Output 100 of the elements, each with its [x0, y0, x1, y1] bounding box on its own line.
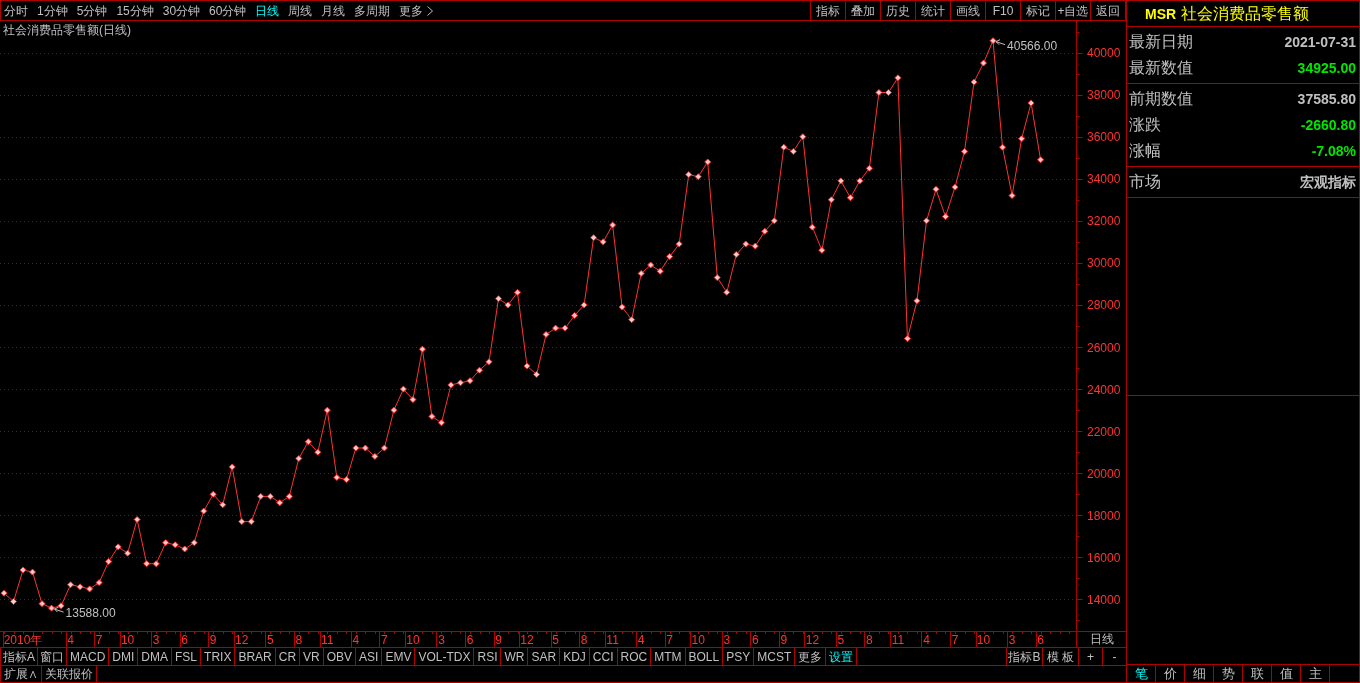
toolbar-button[interactable]: 标记	[1020, 1, 1055, 20]
indicator-tab[interactable]: CCI	[589, 648, 618, 665]
indicator-tab[interactable]: CR	[275, 648, 301, 665]
toolbar-button[interactable]: +自选	[1055, 1, 1090, 20]
indicator-tab[interactable]: BOLL	[685, 648, 724, 665]
data-point	[314, 448, 322, 456]
panel-button[interactable]: 指标B	[1006, 648, 1042, 665]
indicator-tab[interactable]: MTM	[651, 648, 686, 665]
panel-button[interactable]: 关联报价	[42, 666, 97, 682]
axis-label: 4	[352, 633, 360, 647]
period-tab[interactable]: 周线	[288, 3, 313, 18]
axis-label: 7	[381, 633, 388, 647]
detail-tab[interactable]: 主	[1301, 665, 1330, 682]
indicator-tab[interactable]: PSY	[723, 648, 755, 665]
toolbar-button[interactable]: 指标	[810, 1, 845, 20]
data-point	[894, 74, 902, 82]
indicator-tab[interactable]: RSI	[474, 648, 502, 665]
indicator-tab[interactable]: BRAR	[235, 648, 276, 665]
data-point	[38, 600, 46, 608]
toolbar-button[interactable]: 画线	[950, 1, 985, 20]
indicator-tab[interactable]: MACD	[67, 648, 110, 665]
axis-label: 10	[120, 633, 135, 647]
axis-label: 11	[606, 633, 619, 647]
indicator-tab[interactable]: WR	[501, 648, 529, 665]
axis-label: 3	[1008, 633, 1016, 647]
indicator-tab[interactable]: OBV	[323, 648, 357, 665]
panel-button[interactable]: 扩展∧	[1, 666, 42, 682]
axis-label: 28000	[1087, 298, 1121, 313]
data-point	[837, 177, 845, 185]
indicator-tab[interactable]: VOL-TDX	[415, 648, 475, 665]
period-tab[interactable]: 30分钟	[162, 3, 201, 18]
toolbar-button[interactable]: 历史	[880, 1, 915, 20]
field-value: 2021-07-31	[1284, 34, 1356, 50]
period-tab[interactable]: 5分钟	[76, 3, 108, 18]
detail-tab[interactable]: 值	[1272, 665, 1301, 682]
data-point	[666, 253, 674, 261]
data-point	[1037, 156, 1045, 164]
data-point	[609, 221, 617, 229]
panel-button[interactable]: -	[1102, 648, 1126, 665]
panel-button[interactable]: 窗口	[38, 648, 67, 665]
indicator-tab[interactable]: SAR	[528, 648, 561, 665]
data-point	[637, 269, 645, 277]
data-point	[961, 147, 968, 155]
data-point	[533, 370, 541, 378]
axis-label: 10	[406, 633, 420, 647]
data-point	[571, 312, 579, 319]
detail-tab[interactable]: 势	[1214, 665, 1243, 682]
axis-label: 5	[552, 633, 559, 647]
data-point	[980, 59, 988, 67]
indicator-tab[interactable]: KDJ	[560, 648, 590, 665]
toolbar-button[interactable]: 统计	[915, 1, 950, 20]
value-label: 40566.00	[1007, 38, 1058, 53]
data-point	[457, 379, 464, 387]
period-tab[interactable]: 60分钟	[209, 3, 247, 18]
toolbar-button[interactable]: 叠加	[845, 1, 880, 20]
panel-button[interactable]: 指标A	[1, 648, 38, 665]
data-point	[723, 288, 731, 296]
more-button[interactable]: 更多	[795, 648, 827, 665]
toolbar-button[interactable]: 返回	[1090, 1, 1125, 20]
indicator-tab[interactable]: FSL	[172, 648, 202, 665]
field-value: 37585.80	[1297, 91, 1356, 107]
detail-tab[interactable]: 笔	[1127, 665, 1156, 682]
indicator-tab[interactable]: ROC	[617, 648, 652, 665]
toolbar-button[interactable]: F10	[985, 1, 1020, 20]
indicator-tab[interactable]: EMV	[382, 648, 416, 665]
indicator-tab[interactable]: MCST	[754, 648, 796, 665]
period-tab[interactable]: 分时	[4, 3, 28, 18]
indicator-tab[interactable]: ASI	[356, 648, 383, 665]
period-tab[interactable]: 15分钟	[116, 3, 154, 18]
axis-label: 12	[520, 633, 534, 647]
detail-tab[interactable]: 联	[1243, 665, 1272, 682]
data-point	[704, 158, 712, 166]
panel-button[interactable]: +	[1078, 648, 1102, 665]
axis-label: 11	[891, 633, 905, 647]
detail-tab[interactable]: 细	[1185, 665, 1214, 682]
leader-arrow	[54, 606, 65, 613]
period-tab[interactable]: 月线	[321, 3, 346, 18]
data-point	[209, 490, 217, 498]
axis-label: 9	[209, 633, 217, 647]
axis-label: 3	[723, 633, 731, 647]
indicator-tab[interactable]: VR	[300, 648, 324, 665]
period-tab[interactable]: 1分钟	[37, 3, 68, 18]
indicator-tab[interactable]: TRIX	[201, 648, 236, 665]
settings-button[interactable]: 设置	[826, 648, 858, 665]
data-point	[1018, 135, 1026, 143]
data-point	[476, 366, 483, 374]
period-tab[interactable]: 日线	[255, 3, 280, 18]
indicator-tab[interactable]: DMA	[138, 648, 173, 665]
data-point	[799, 133, 807, 141]
axis-label: 10	[976, 633, 991, 647]
field-label: 最新数值	[1129, 59, 1193, 77]
more-button[interactable]: 更多	[399, 3, 434, 18]
period-tab[interactable]: 多周期	[354, 3, 391, 18]
panel-button[interactable]: 模 板	[1042, 648, 1078, 665]
indicator-name: 社会消费品零售额	[1181, 4, 1310, 23]
axis-label: 9	[495, 633, 502, 647]
detail-tab[interactable]: 价	[1156, 665, 1185, 682]
axis-label: 26000	[1087, 340, 1121, 355]
indicator-tab[interactable]: DMI	[109, 648, 139, 665]
axis-label: 7	[95, 633, 103, 647]
